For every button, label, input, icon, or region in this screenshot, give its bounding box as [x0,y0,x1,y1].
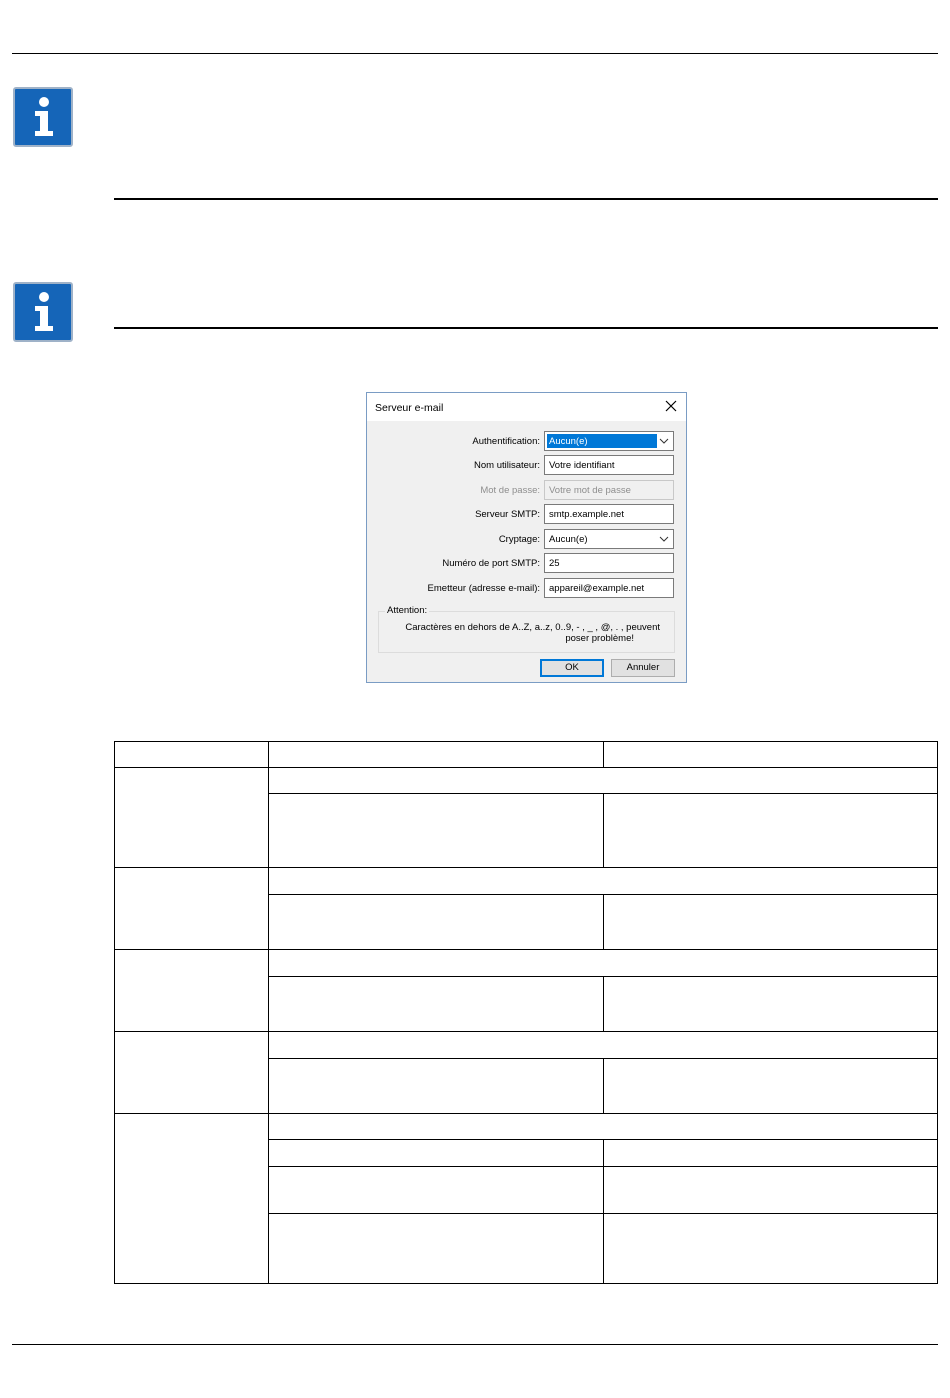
password-input: Votre mot de passe [544,480,674,500]
parameter-table [114,741,938,1284]
dialog-title: Serveur e-mail [375,402,444,414]
selection-highlight: Aucun(e) [547,434,657,448]
authentication-value: Aucun(e) [549,436,588,447]
password-value: Votre mot de passe [549,485,631,496]
smtp-port-label: Numéro de port SMTP: [442,558,540,569]
attention-groupbox: Attention: Caractères en dehors de A..Z,… [378,605,675,653]
table-column-rule [603,976,604,1032]
sender-row: Emetteur (adresse e-mail): appareil@exam… [367,578,686,598]
table-border [114,741,115,1284]
sender-input[interactable]: appareil@example.net [544,578,674,598]
table-group-rule [114,867,938,868]
smtp-server-input[interactable]: smtp.example.net [544,504,674,524]
dialog-titlebar: Serveur e-mail [367,393,686,421]
table-header-rule [114,767,938,768]
chevron-down-icon [659,438,669,444]
authentication-label: Authentification: [472,436,540,447]
table-column-rule [268,741,269,1284]
encryption-label: Cryptage: [498,534,540,545]
info-icon [13,282,73,342]
table-column-rule [603,1058,604,1114]
smtp-port-row: Numéro de port SMTP: 25 [367,553,686,573]
encryption-select[interactable]: Aucun(e) [544,529,674,549]
smtp-server-row: Serveur SMTP: smtp.example.net [367,504,686,524]
footer-rule [12,1344,938,1345]
encryption-row: Cryptage: Aucun(e) [367,529,686,549]
username-label: Nom utilisateur: [474,460,540,471]
username-value: Votre identifiant [549,460,615,471]
close-icon[interactable] [664,399,678,413]
authentication-select[interactable]: Aucun(e) [544,431,674,451]
password-row: Mot de passe: Votre mot de passe [367,480,686,500]
table-border [114,741,938,742]
table-border [937,741,938,1284]
cancel-button[interactable]: Annuler [611,659,675,677]
table-border [114,1283,938,1284]
sender-value: appareil@example.net [549,583,645,594]
username-row: Nom utilisateur: Votre identifiant [367,455,686,475]
smtp-server-label: Serveur SMTP: [475,509,540,520]
attention-legend: Attention: [385,605,430,616]
table-column-rule [603,741,604,768]
table-group-rule [114,1031,938,1032]
ok-button[interactable]: OK [540,659,604,677]
note-rule-1 [114,198,938,200]
encryption-value: Aucun(e) [549,534,588,545]
sender-label: Emetteur (adresse e-mail): [427,583,540,594]
info-icon [13,87,73,147]
header-rule [12,53,938,54]
email-server-dialog: Serveur e-mail Authentification: Aucun(e… [366,392,687,683]
attention-line-2: poser problème! [565,633,634,644]
smtp-server-value: smtp.example.net [549,509,624,520]
table-group-rule [114,1113,938,1114]
attention-line-1: Caractères en dehors de A..Z, a..z, 0..9… [405,622,660,633]
smtp-port-input[interactable]: 25 [544,553,674,573]
smtp-port-value: 25 [549,558,560,569]
table-column-rule [603,1139,604,1284]
table-group-rule [114,949,938,950]
authentication-row: Authentification: Aucun(e) [367,431,686,451]
table-column-rule [603,793,604,868]
password-label: Mot de passe: [480,485,540,496]
table-column-rule [603,894,604,950]
username-input[interactable]: Votre identifiant [544,455,674,475]
chevron-down-icon [659,536,669,542]
attention-text: Caractères en dehors de A..Z, a..z, 0..9… [379,622,660,644]
note-rule-2 [114,327,938,329]
